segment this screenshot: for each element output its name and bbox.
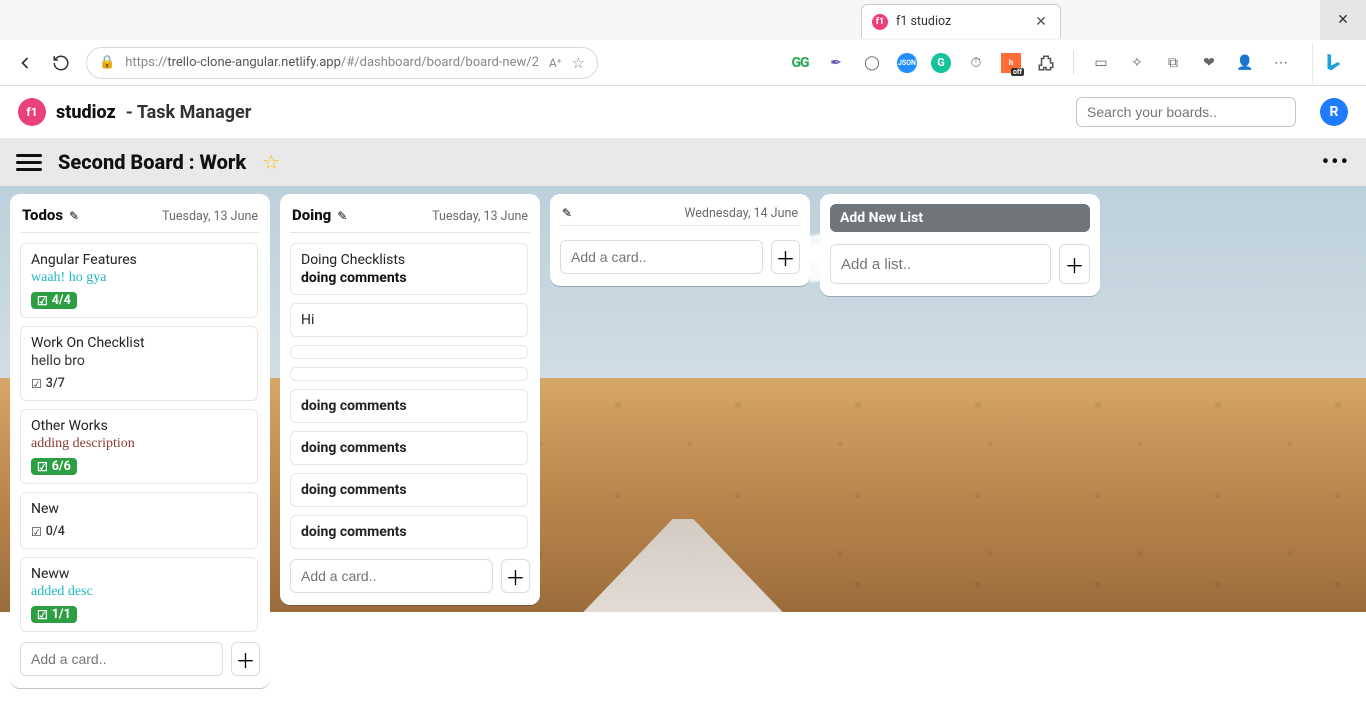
tab-favicon: f1 <box>872 14 888 30</box>
card-title: Other Works <box>31 418 247 434</box>
close-tab-icon[interactable]: ✕ <box>1032 13 1050 31</box>
extension-json-icon[interactable]: JSON <box>897 53 917 73</box>
card-description: adding description <box>31 436 247 452</box>
star-icon[interactable]: ☆ <box>262 150 280 174</box>
list-date: Tuesday, 13 June <box>432 209 528 224</box>
add-card-input[interactable] <box>20 642 223 676</box>
extension-timer-icon[interactable]: ⏱ <box>965 52 987 74</box>
card-title: Work On Checklist <box>31 335 247 351</box>
add-card-button[interactable]: ＋ <box>231 642 260 676</box>
checklist-badge: ☑0/4 <box>31 523 71 540</box>
checklist-badge: ☑6/6 <box>31 458 77 475</box>
card[interactable]: Other Works adding description ☑6/6 <box>20 409 258 484</box>
tab-title: f1 studioz <box>896 14 951 29</box>
card[interactable]: doing comments <box>290 389 528 423</box>
hamburger-icon[interactable] <box>16 150 42 175</box>
add-list-input[interactable] <box>830 244 1051 284</box>
card-description: doing comments <box>301 270 517 286</box>
avatar[interactable]: R <box>1320 98 1348 126</box>
reader-mode-icon[interactable]: A⁺ <box>549 56 562 70</box>
card-title: Doing Checklists <box>301 252 517 268</box>
card-title: doing comments <box>301 440 407 456</box>
card[interactable]: doing comments <box>290 473 528 507</box>
card[interactable]: Angular Features waah! ho gya ☑4/4 <box>20 243 258 318</box>
add-card-input[interactable] <box>560 240 763 274</box>
profile-icon[interactable]: 👤 <box>1234 52 1256 74</box>
board-canvas: Todos ✎ Tuesday, 13 June Angular Feature… <box>0 186 1366 719</box>
card[interactable]: New ☑0/4 <box>20 492 258 549</box>
lock-icon: 🔒 <box>99 55 115 70</box>
card-placeholder[interactable] <box>290 345 528 359</box>
add-list-button[interactable]: ＋ <box>1059 244 1090 284</box>
edit-list-icon[interactable]: ✎ <box>562 206 572 220</box>
checklist-badge: ☑3/7 <box>31 375 71 392</box>
list-title: Todos <box>22 206 63 224</box>
add-card-button[interactable]: ＋ <box>501 559 530 593</box>
address-bar[interactable]: 🔒 https://trello-clone-angular.netlify.a… <box>86 47 598 79</box>
list-date: Wednesday, 14 June <box>684 206 798 221</box>
checklist-badge: ☑4/4 <box>31 292 77 309</box>
card-description: added desc <box>31 584 247 600</box>
app-header: f1 studioz - Task Manager R <box>0 86 1366 138</box>
card-description: waah! ho gya <box>31 270 247 286</box>
board-menu-icon[interactable]: ••• <box>1322 150 1350 175</box>
card-title: Angular Features <box>31 252 247 268</box>
reload-button[interactable] <box>50 52 72 74</box>
add-new-list-label: Add New List <box>830 204 1090 232</box>
bing-sidebar-button[interactable] <box>1312 43 1352 83</box>
card[interactable]: Doing Checklists doing comments <box>290 243 528 295</box>
shopping-icon[interactable]: ⧉ <box>1162 52 1184 74</box>
card[interactable]: Work On Checklist hello bro ☑3/7 <box>20 326 258 401</box>
favorite-star-icon[interactable]: ☆ <box>572 54 585 72</box>
performance-icon[interactable]: ❤ <box>1198 52 1220 74</box>
browser-tabstrip: f1 f1 studioz ✕ ✕ <box>0 0 1366 40</box>
browser-tab[interactable]: f1 f1 studioz ✕ <box>861 4 1061 38</box>
url-text: https://trello-clone-angular.netlify.app… <box>125 55 539 70</box>
edit-list-icon[interactable]: ✎ <box>337 209 347 223</box>
card-title: doing comments <box>301 524 407 540</box>
card[interactable]: doing comments <box>290 431 528 465</box>
extension-grammarly-icon[interactable]: G <box>931 53 951 73</box>
board-header: Second Board : Work ☆ ••• <box>0 138 1366 186</box>
brand-name: studioz <box>56 102 116 123</box>
board-title: Second Board : Work <box>58 150 246 174</box>
add-card-input[interactable] <box>290 559 493 593</box>
list-date: Tuesday, 13 June <box>162 209 258 224</box>
card-title: doing comments <box>301 482 407 498</box>
favorites-icon[interactable]: ✧ <box>1126 52 1148 74</box>
list-title: Doing <box>292 206 331 224</box>
list-untitled: ✎ Wednesday, 14 June ＋ <box>550 194 810 286</box>
window-close-button[interactable]: ✕ <box>1320 0 1366 40</box>
checklist-badge: ☑1/1 <box>31 606 77 623</box>
search-input[interactable] <box>1076 97 1296 127</box>
card-title: Hi <box>301 312 314 328</box>
card[interactable]: Hi <box>290 303 528 337</box>
extension-geeksforgeeks-icon[interactable]: GG <box>789 52 811 74</box>
card-title: doing comments <box>301 398 407 414</box>
extensions-menu-icon[interactable] <box>1035 52 1057 74</box>
add-card-button[interactable]: ＋ <box>771 240 800 274</box>
app-logo: f1 <box>18 98 46 126</box>
edit-list-icon[interactable]: ✎ <box>69 209 79 223</box>
list-todos: Todos ✎ Tuesday, 13 June Angular Feature… <box>10 194 270 688</box>
add-list-panel: Add New List ＋ <box>820 194 1100 296</box>
card-placeholder[interactable] <box>290 367 528 381</box>
card[interactable]: doing comments <box>290 515 528 549</box>
brand-subtitle: - Task Manager <box>126 102 252 123</box>
back-button[interactable] <box>14 52 36 74</box>
more-icon[interactable]: ⋯ <box>1270 52 1292 74</box>
card-description: hello bro <box>31 353 247 369</box>
browser-toolbar: 🔒 https://trello-clone-angular.netlify.a… <box>0 40 1366 86</box>
card[interactable]: Neww added desc ☑1/1 <box>20 557 258 632</box>
extension-quill-icon[interactable]: ✒ <box>825 52 847 74</box>
list-doing: Doing ✎ Tuesday, 13 June Doing Checklist… <box>280 194 540 605</box>
extension-circle-icon[interactable]: ◯ <box>861 52 883 74</box>
extension-honey-icon[interactable]: h <box>1001 53 1021 73</box>
collections-icon[interactable]: ▭ <box>1090 52 1112 74</box>
card-title: Neww <box>31 566 247 582</box>
card-title: New <box>31 501 247 517</box>
